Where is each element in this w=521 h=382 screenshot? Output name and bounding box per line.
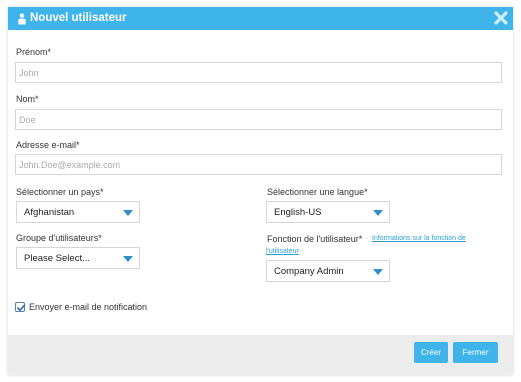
chevron-down-icon [123,256,133,262]
chevron-down-icon [373,210,383,216]
dialog-title: Nouvel utilisateur [30,12,127,24]
language-label: Sélectionner une langue* [267,187,368,197]
user-role-select-value: Company Admin [274,266,344,277]
chevron-down-icon [123,210,133,216]
chevron-down-icon [373,269,383,275]
email-input[interactable] [15,154,502,175]
user-group-label: Groupe d'utilisateurs* [16,233,102,243]
language-select[interactable]: English-US [266,201,390,223]
notify-checkbox[interactable] [15,302,25,312]
close-icon[interactable] [493,10,509,26]
dialog-header: Nouvel utilisateur [8,7,513,30]
last-name-input[interactable] [15,109,502,130]
email-label: Adresse e-mail* [16,140,80,150]
country-label: Sélectionner un pays* [16,187,104,197]
language-select-value: English-US [274,207,322,218]
dialog-footer: Créer Fermer [8,335,513,375]
first-name-label: Prénom* [16,47,52,57]
checkmark-icon [17,304,25,311]
user-role-info-link[interactable]: Informations sur la fonction de l'utilis… [266,232,478,258]
user-icon [18,12,26,25]
new-user-dialog: Nouvel utilisateur Prénom* Nom* Adresse … [8,7,513,375]
user-role-select[interactable]: Company Admin [266,260,390,282]
create-button[interactable]: Créer [414,342,448,363]
first-name-input[interactable] [15,62,502,83]
country-select-value: Afghanistan [24,207,75,218]
country-select[interactable]: Afghanistan [16,201,140,223]
last-name-label: Nom* [16,94,39,104]
user-group-select[interactable]: Please Select... [16,247,140,269]
user-group-select-value: Please Select... [24,253,91,264]
notify-label: Envoyer e-mail de notification [29,302,148,312]
close-button[interactable]: Fermer [453,342,498,363]
